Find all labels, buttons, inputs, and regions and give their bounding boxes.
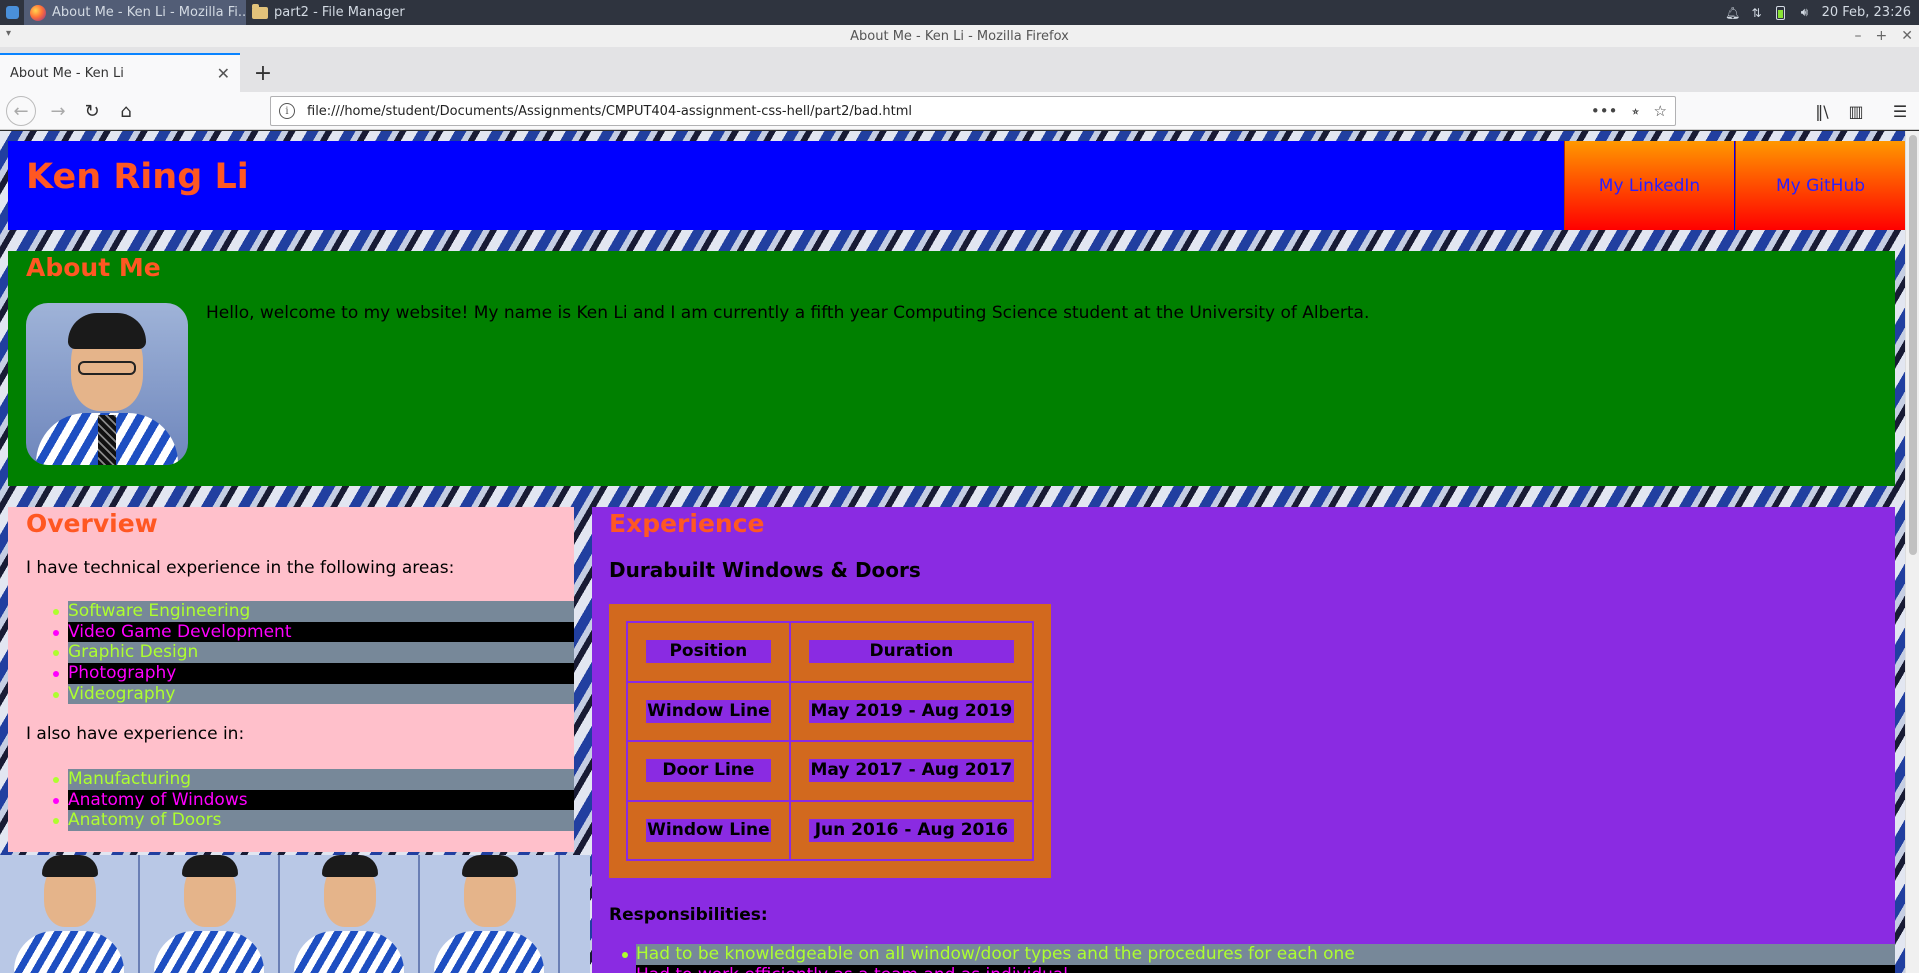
list-item: Anatomy of Doors [8, 810, 574, 832]
pocket-icon[interactable]: ⭒ [1631, 102, 1639, 120]
app-menu-button[interactable] [0, 0, 24, 25]
site-title: Ken Ring Li [26, 157, 249, 197]
overview-heading: Overview [26, 509, 158, 538]
other-areas-list: Manufacturing Anatomy of Windows Anatomy… [8, 769, 574, 832]
browser-tab[interactable]: About Me - Ken Li ✕ [0, 53, 240, 92]
maximize-icon[interactable]: + [1876, 28, 1888, 44]
scrollbar-thumb[interactable] [1909, 135, 1917, 555]
list-item: Software Engineering [8, 601, 574, 622]
experience-section: Experience Durabuilt Windows & Doors Pos… [592, 507, 1895, 973]
sidebar-icon[interactable]: ▥ [1842, 97, 1870, 125]
responsibilities-title: Responsibilities: [609, 905, 768, 925]
url-text[interactable]: file:///home/student/Documents/Assignmen… [307, 104, 912, 119]
clock[interactable]: 20 Feb, 23:26 [1822, 5, 1911, 20]
url-bar[interactable]: i file:///home/student/Documents/Assignm… [270, 96, 1676, 126]
table-row: Door Line May 2017 - Aug 2017 [627, 741, 1033, 801]
github-link[interactable]: My GitHub [1735, 141, 1905, 230]
linkedin-link[interactable]: My LinkedIn [1564, 141, 1734, 230]
experience-table: Position Duration Window Line May 2019 -… [626, 621, 1034, 861]
forward-button[interactable]: → [44, 97, 72, 125]
close-tab-icon[interactable]: ✕ [217, 64, 230, 83]
table-header-cell: Duration [789, 622, 1033, 682]
overview-section: Overview I have technical experience in … [8, 507, 574, 852]
os-taskbar: About Me - Ken Li - Mozilla Fi... part2 … [0, 0, 1919, 25]
firefox-icon [30, 4, 46, 21]
experience-heading: Experience [609, 509, 765, 538]
list-item: Had to work efficiently as a team and as… [592, 964, 1895, 973]
table-header-row: Position Duration [627, 622, 1033, 682]
browser-navbar: ← → ↻ ⌂ i file:///home/student/Documents… [0, 92, 1919, 130]
window-title: About Me - Ken Li - Mozilla Firefox [850, 28, 1069, 44]
overview-intro: I have technical experience in the follo… [26, 558, 455, 578]
minimize-icon[interactable]: – [1855, 28, 1862, 44]
table-cell: Jun 2016 - Aug 2016 [789, 800, 1033, 860]
notification-bell-icon[interactable]: 🔔︎ [1725, 6, 1740, 20]
taskbar-task-label: part2 - File Manager [274, 5, 405, 20]
about-heading: About Me [26, 253, 161, 282]
bookmark-star-icon[interactable]: ☆ [1654, 102, 1667, 120]
close-window-icon[interactable]: ✕ [1901, 28, 1913, 44]
battery-icon[interactable] [1774, 5, 1788, 20]
about-section: About Me Hello, welcome to my website! M… [8, 251, 1895, 486]
window-menu-icon[interactable]: ▾ [6, 28, 11, 39]
network-icon[interactable]: ⇅ [1750, 6, 1764, 20]
avatar [26, 303, 188, 465]
folder-icon [252, 3, 268, 19]
responsibilities-list: Had to be knowledgeable on all window/do… [592, 944, 1895, 973]
reload-button[interactable]: ↻ [78, 97, 106, 125]
taskbar-firefox-task[interactable]: About Me - Ken Li - Mozilla Fi... [24, 0, 246, 25]
page-scrollbar[interactable] [1905, 131, 1919, 973]
list-item: Videography [8, 683, 574, 705]
library-icon[interactable]: ‖\ [1808, 97, 1836, 125]
list-item: Graphic Design [8, 642, 574, 664]
tab-title: About Me - Ken Li [10, 66, 124, 81]
experience-table-wrapper: Position Duration Window Line May 2019 -… [609, 604, 1051, 878]
table-row: Window Line May 2019 - Aug 2019 [627, 681, 1033, 741]
overview-intro-2: I also have experience in: [26, 724, 245, 744]
taskbar-file-manager-task[interactable]: part2 - File Manager [246, 0, 446, 25]
list-item: Video Game Development [8, 621, 574, 643]
skill-areas-list: Software Engineering Video Game Developm… [8, 601, 574, 705]
table-cell: Window Line [627, 681, 790, 741]
site-header: Ken Ring Li My LinkedIn My GitHub [8, 141, 1905, 230]
table-cell: Door Line [627, 741, 790, 801]
home-button[interactable]: ⌂ [112, 97, 140, 125]
company-name: Durabuilt Windows & Doors [609, 558, 921, 582]
background-photo-tiles [0, 855, 590, 973]
page-actions-icon[interactable]: ••• [1591, 102, 1618, 120]
taskbar-task-label: About Me - Ken Li - Mozilla Fi... [52, 5, 246, 20]
browser-tabbar: About Me - Ken Li ✕ + [0, 47, 1919, 92]
system-tray: 🔔︎ ⇅ 🔊︎ 20 Feb, 23:26 [1725, 5, 1919, 20]
menu-icon [5, 6, 19, 19]
about-text: Hello, welcome to my website! My name is… [206, 303, 1370, 323]
page-viewport: Ken Ring Li My LinkedIn My GitHub About … [0, 131, 1919, 973]
table-cell: Window Line [627, 800, 790, 860]
volume-icon[interactable]: 🔊︎ [1798, 5, 1812, 20]
list-item: Had to be knowledgeable on all window/do… [592, 944, 1895, 965]
table-row: Window Line Jun 2016 - Aug 2016 [627, 800, 1033, 860]
site-info-icon[interactable]: i [279, 103, 295, 119]
new-tab-button[interactable]: + [248, 58, 278, 88]
table-header-cell: Position [627, 622, 790, 682]
list-item: Photography [8, 663, 574, 684]
table-cell: May 2019 - Aug 2019 [789, 681, 1033, 741]
hamburger-menu-icon[interactable]: ☰ [1886, 97, 1914, 125]
window-titlebar: ▾ About Me - Ken Li - Mozilla Firefox – … [0, 25, 1919, 47]
list-item: Manufacturing [8, 769, 574, 790]
back-button[interactable]: ← [6, 96, 36, 126]
table-cell: May 2017 - Aug 2017 [789, 741, 1033, 801]
list-item: Anatomy of Windows [8, 789, 574, 811]
